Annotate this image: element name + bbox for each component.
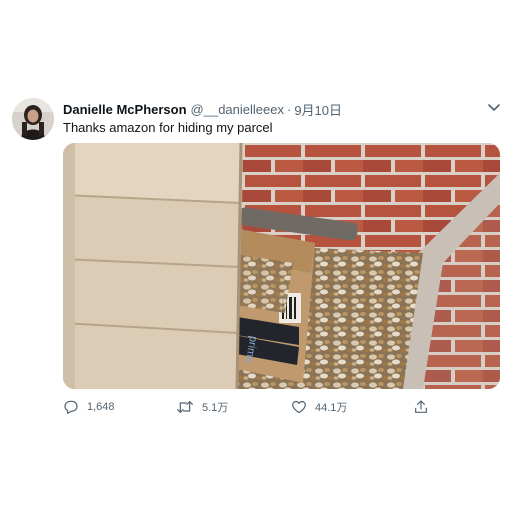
- reply-count: 1,648: [87, 401, 115, 413]
- like-count: 44.1万: [315, 402, 348, 414]
- reply-button[interactable]: 1,648: [63, 398, 115, 416]
- tweet-card[interactable]: Danielle McPherson @__danielleeex · 9月10…: [0, 0, 512, 512]
- reply-icon: [64, 400, 78, 414]
- avatar[interactable]: [12, 98, 54, 140]
- chevron-down-icon[interactable]: [486, 100, 502, 116]
- user-handle[interactable]: @__danielleeex: [191, 102, 284, 117]
- tweet-photo[interactable]: prime: [63, 143, 500, 389]
- like-icon: [292, 400, 306, 414]
- retweet-button[interactable]: 5.1万: [176, 398, 228, 416]
- like-button[interactable]: 44.1万: [291, 398, 347, 416]
- share-icon: [415, 400, 427, 413]
- retweet-count: 5.1万: [202, 402, 229, 414]
- retweet-icon: [177, 401, 193, 413]
- paving-slabs: [63, 143, 243, 389]
- separator-dot: ·: [286, 101, 292, 117]
- share-button[interactable]: [413, 398, 437, 416]
- tweet-text: Thanks amazon for hiding my parcel: [63, 120, 273, 135]
- tweet-actions: 1,648 5.1万 44.1万: [63, 398, 433, 416]
- tweet-header: Danielle McPherson @__danielleeex · 9月10…: [63, 100, 342, 118]
- tweet-date[interactable]: 9月10日: [294, 100, 342, 119]
- display-name[interactable]: Danielle McPherson: [63, 102, 187, 117]
